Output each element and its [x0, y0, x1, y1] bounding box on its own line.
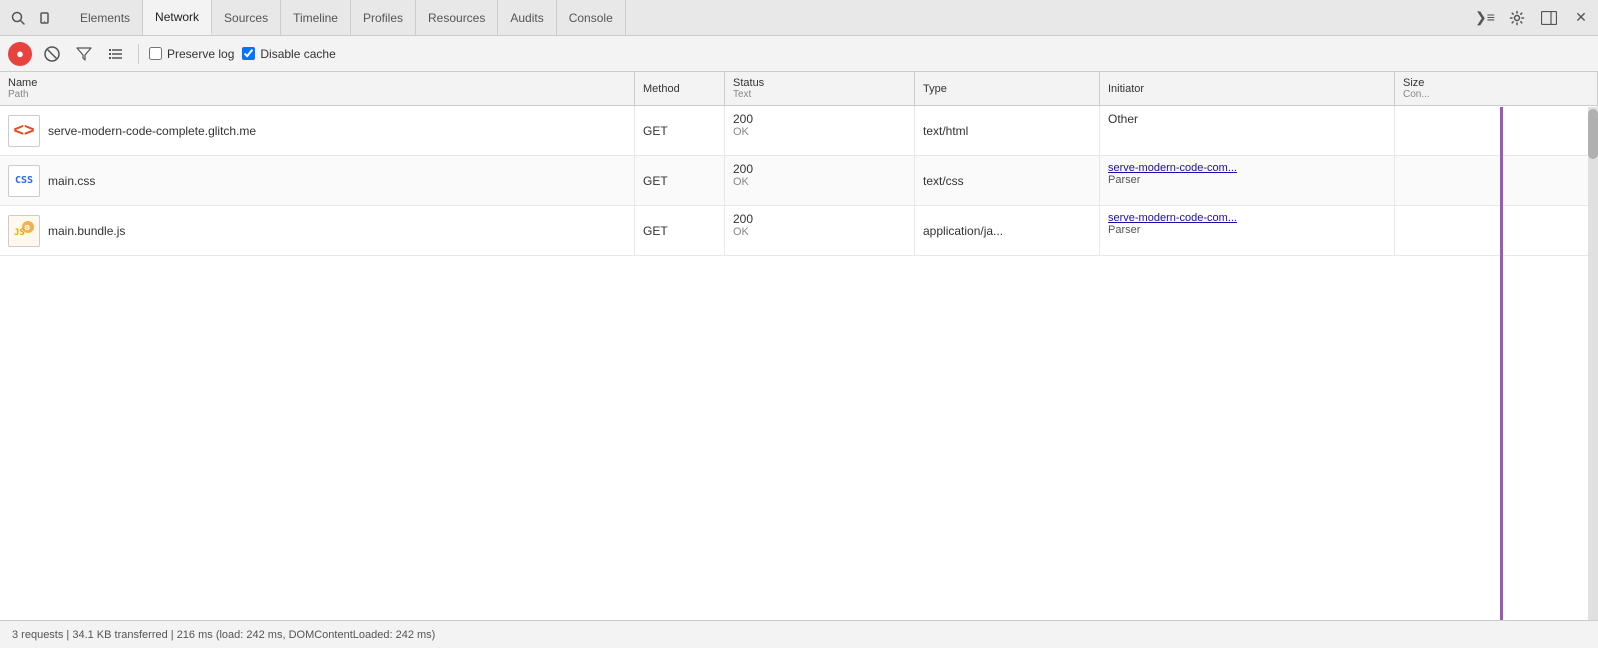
row3-method-cell: GET [635, 206, 725, 255]
tab-sources[interactable]: Sources [212, 0, 281, 35]
table-row[interactable]: JS ⚙ main.bundle.js GET 200 OK applicati… [0, 206, 1598, 256]
preserve-log-text: Preserve log [167, 47, 234, 61]
row1-type: text/html [923, 124, 968, 138]
table-row[interactable]: <> serve-modern-code-complete.glitch.me … [0, 106, 1598, 156]
row2-type-cell: text/css [915, 156, 1100, 205]
row1-status-cell: 200 OK [725, 106, 915, 155]
row3-name-cell: JS ⚙ main.bundle.js [0, 206, 635, 255]
row1-initiator: Other [1108, 112, 1138, 126]
row1-type-cell: text/html [915, 106, 1100, 155]
network-toolbar: ● Preserve log Disable cache [0, 36, 1598, 72]
nav-tabs: Elements Network Sources Timeline Profil… [68, 0, 626, 35]
row1-method: GET [643, 124, 668, 138]
row1-status-code: 200 [733, 112, 753, 126]
col-header-type[interactable]: Type [915, 72, 1100, 105]
css-file-icon: CSS [8, 165, 40, 197]
search-icon[interactable] [4, 4, 32, 32]
row1-filename: serve-modern-code-complete.glitch.me [48, 124, 256, 138]
record-button[interactable]: ● [8, 42, 32, 66]
html-file-icon: <> [8, 115, 40, 147]
row3-status-cell: 200 OK [725, 206, 915, 255]
table-header: Name Path Method Status Text Type Initia… [0, 72, 1598, 106]
disable-cache-text: Disable cache [260, 47, 335, 61]
execute-icon[interactable]: ❯≡ [1472, 5, 1498, 31]
row2-initiator-sub: Parser [1108, 174, 1140, 186]
preserve-log-checkbox[interactable] [149, 47, 162, 60]
status-bar-text: 3 requests | 34.1 KB transferred | 216 m… [12, 629, 435, 641]
tab-network[interactable]: Network [143, 0, 212, 35]
row2-method: GET [643, 174, 668, 188]
row2-status-cell: 200 OK [725, 156, 915, 205]
row2-name-cell: CSS main.css [0, 156, 635, 205]
row2-size-cell [1395, 156, 1598, 205]
row2-status-code: 200 [733, 162, 753, 176]
row2-status-text: OK [733, 176, 749, 188]
row1-size-cell [1395, 106, 1598, 155]
dock-icon[interactable] [1536, 5, 1562, 31]
table-body: <> serve-modern-code-complete.glitch.me … [0, 106, 1598, 620]
col-header-initiator[interactable]: Initiator [1100, 72, 1395, 105]
row2-initiator-cell: serve-modern-code-com... Parser [1100, 156, 1395, 205]
svg-text:⚙: ⚙ [24, 224, 30, 232]
row3-filename: main.bundle.js [48, 224, 125, 238]
tab-timeline[interactable]: Timeline [281, 0, 351, 35]
scrollbar-track[interactable] [1588, 107, 1598, 620]
row3-size-cell [1395, 206, 1598, 255]
row1-name-cell: <> serve-modern-code-complete.glitch.me [0, 106, 635, 155]
row2-method-cell: GET [635, 156, 725, 205]
row2-filename: main.css [48, 174, 95, 188]
col-header-status[interactable]: Status Text [725, 72, 915, 105]
row3-status-text: OK [733, 226, 749, 238]
scrollbar-thumb[interactable] [1588, 109, 1598, 159]
js-file-icon: JS ⚙ [8, 215, 40, 247]
col-header-name[interactable]: Name Path [0, 72, 635, 105]
row3-type-cell: application/ja... [915, 206, 1100, 255]
row3-status-code: 200 [733, 212, 753, 226]
settings-icon[interactable] [1504, 5, 1530, 31]
tab-audits[interactable]: Audits [498, 0, 556, 35]
row3-type: application/ja... [923, 224, 1003, 238]
disable-cache-checkbox[interactable] [242, 47, 255, 60]
top-nav-bar: Elements Network Sources Timeline Profil… [0, 0, 1598, 36]
clear-button[interactable] [40, 42, 64, 66]
col-header-method[interactable]: Method [635, 72, 725, 105]
close-icon[interactable]: ✕ [1568, 5, 1594, 31]
row2-initiator-link: serve-modern-code-com... [1108, 162, 1237, 174]
tab-console[interactable]: Console [557, 0, 626, 35]
network-table: Name Path Method Status Text Type Initia… [0, 72, 1598, 620]
list-view-button[interactable] [104, 42, 128, 66]
tab-elements[interactable]: Elements [68, 0, 143, 35]
row3-initiator-cell: serve-modern-code-com... Parser [1100, 206, 1395, 255]
table-row[interactable]: CSS main.css GET 200 OK text/css serve-m… [0, 156, 1598, 206]
toolbar-divider [138, 44, 139, 64]
device-toggle-icon[interactable] [32, 4, 60, 32]
row2-type: text/css [923, 174, 964, 188]
col-header-size[interactable]: Size Con... [1395, 72, 1598, 105]
filter-button[interactable] [72, 42, 96, 66]
nav-right-controls: ❯≡ ✕ [1472, 5, 1594, 31]
status-bar: 3 requests | 34.1 KB transferred | 216 m… [0, 620, 1598, 648]
tab-profiles[interactable]: Profiles [351, 0, 416, 35]
row3-initiator-link: serve-modern-code-com... [1108, 212, 1237, 224]
row3-initiator-sub: Parser [1108, 224, 1140, 236]
row1-initiator-cell: Other [1100, 106, 1395, 155]
row3-method: GET [643, 224, 668, 238]
purple-waterfall-bar [1500, 107, 1503, 620]
preserve-log-label[interactable]: Preserve log [149, 47, 234, 61]
tab-resources[interactable]: Resources [416, 0, 498, 35]
row1-status-text: OK [733, 126, 749, 138]
disable-cache-label[interactable]: Disable cache [242, 47, 335, 61]
row1-method-cell: GET [635, 106, 725, 155]
